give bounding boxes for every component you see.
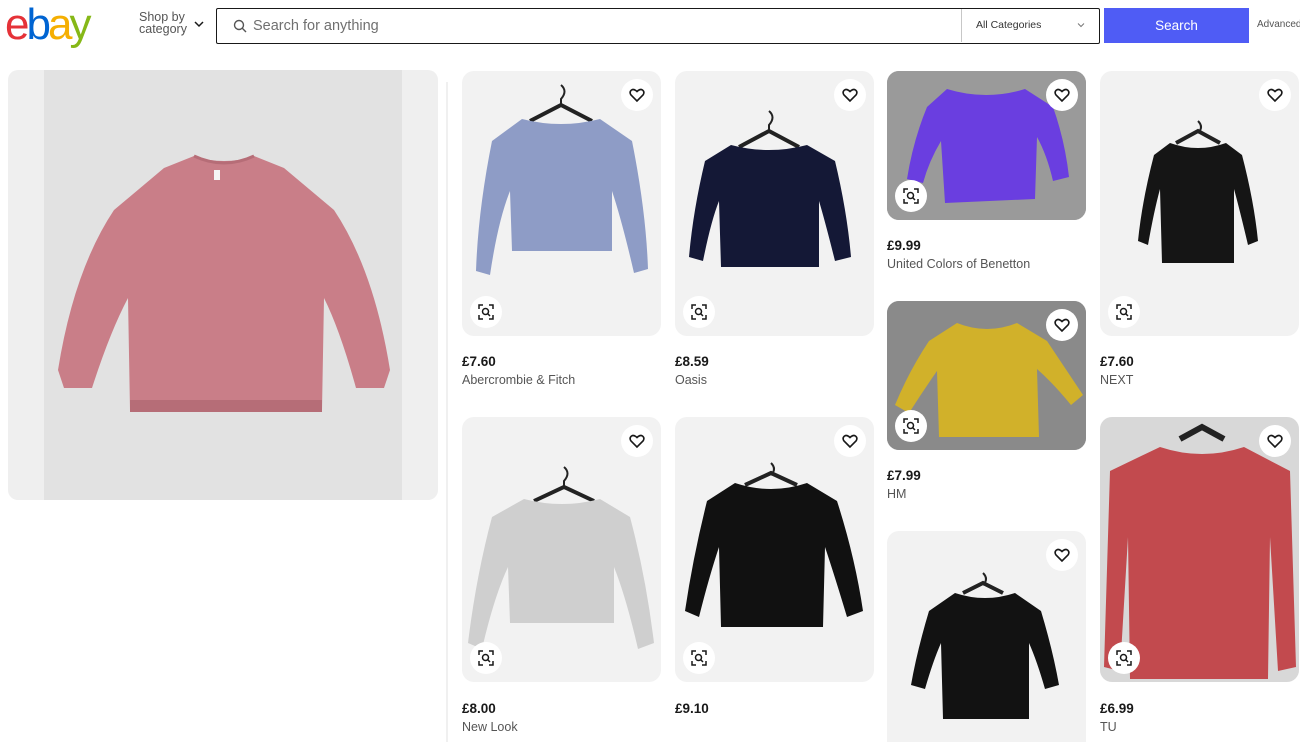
pink-sweater-image bbox=[58, 154, 390, 412]
heart-icon bbox=[1054, 548, 1070, 563]
image-search-icon bbox=[691, 304, 707, 320]
ebay-logo[interactable]: ebay bbox=[5, 2, 109, 48]
product-card-image[interactable] bbox=[1100, 71, 1299, 336]
search-bar: All Categories bbox=[216, 8, 1100, 44]
product-card-image[interactable] bbox=[675, 417, 874, 682]
heart-icon bbox=[629, 434, 645, 449]
heart-icon bbox=[842, 434, 858, 449]
search-button[interactable]: Search bbox=[1104, 8, 1249, 43]
visual-search-button[interactable] bbox=[1108, 642, 1140, 674]
watch-heart-button[interactable] bbox=[834, 79, 866, 111]
product-price: £7.60 bbox=[462, 354, 496, 369]
logo-letter-y: y bbox=[69, 0, 91, 49]
watch-heart-button[interactable] bbox=[621, 425, 653, 457]
visual-search-button[interactable] bbox=[895, 180, 927, 212]
image-search-icon bbox=[478, 304, 494, 320]
logo-letter-e: e bbox=[5, 0, 30, 49]
visual-search-button[interactable] bbox=[683, 642, 715, 674]
heart-icon bbox=[1267, 434, 1283, 449]
hero-photo-backdrop bbox=[44, 70, 402, 500]
heart-icon bbox=[629, 88, 645, 103]
product-brand[interactable]: New Look bbox=[462, 720, 518, 734]
advanced-search-link[interactable]: Advanced bbox=[1257, 19, 1300, 30]
product-brand[interactable]: Abercrombie & Fitch bbox=[462, 373, 575, 387]
product-price: £7.99 bbox=[887, 468, 921, 483]
product-card-image[interactable] bbox=[462, 71, 661, 336]
product-price: £6.99 bbox=[1100, 701, 1134, 716]
watch-heart-button[interactable] bbox=[1046, 79, 1078, 111]
image-search-icon bbox=[903, 188, 919, 204]
product-price: £7.60 bbox=[1100, 354, 1134, 369]
heart-icon bbox=[842, 88, 858, 103]
product-price: £8.59 bbox=[675, 354, 709, 369]
product-card-image[interactable] bbox=[1100, 417, 1299, 682]
watch-heart-button[interactable] bbox=[834, 425, 866, 457]
image-search-icon bbox=[691, 650, 707, 666]
product-card-image[interactable] bbox=[887, 71, 1086, 220]
logo-letter-b: b bbox=[26, 0, 51, 49]
image-search-icon bbox=[478, 650, 494, 666]
product-card-image[interactable] bbox=[887, 301, 1086, 450]
product-price: £9.99 bbox=[887, 238, 921, 253]
chevron-down-icon bbox=[194, 21, 204, 28]
product-brand[interactable]: HM bbox=[887, 487, 906, 501]
visual-search-button[interactable] bbox=[895, 410, 927, 442]
visual-search-button[interactable] bbox=[1108, 296, 1140, 328]
product-brand[interactable]: United Colors of Benetton bbox=[887, 257, 1030, 271]
watch-heart-button[interactable] bbox=[1259, 425, 1291, 457]
image-search-icon bbox=[1116, 304, 1132, 320]
category-select[interactable]: All Categories bbox=[961, 9, 1099, 42]
heart-icon bbox=[1054, 318, 1070, 333]
column-divider bbox=[446, 82, 448, 742]
search-icon bbox=[233, 19, 247, 33]
visual-search-button[interactable] bbox=[683, 296, 715, 328]
watch-heart-button[interactable] bbox=[1046, 539, 1078, 571]
product-card-image[interactable] bbox=[887, 531, 1086, 742]
product-card-image[interactable] bbox=[462, 417, 661, 682]
visual-search-button[interactable] bbox=[470, 296, 502, 328]
search-input[interactable] bbox=[253, 9, 953, 42]
featured-item-image[interactable] bbox=[8, 70, 438, 500]
watch-heart-button[interactable] bbox=[1259, 79, 1291, 111]
image-search-icon bbox=[1116, 650, 1132, 666]
image-search-icon bbox=[903, 418, 919, 434]
heart-icon bbox=[1267, 88, 1283, 103]
product-brand[interactable]: NEXT bbox=[1100, 373, 1133, 387]
category-select-value: All Categories bbox=[976, 19, 1042, 31]
watch-heart-button[interactable] bbox=[621, 79, 653, 111]
heart-icon bbox=[1054, 88, 1070, 103]
product-price: £8.00 bbox=[462, 701, 496, 716]
chevron-down-icon bbox=[1077, 23, 1085, 28]
product-price: £9.10 bbox=[675, 701, 709, 716]
watch-heart-button[interactable] bbox=[1046, 309, 1078, 341]
shop-by-category-button[interactable]: Shop by category bbox=[139, 11, 209, 39]
product-brand[interactable]: TU bbox=[1100, 720, 1117, 734]
product-card-image[interactable] bbox=[675, 71, 874, 336]
logo-letter-a: a bbox=[47, 0, 73, 49]
shop-by-category-label: Shop by category bbox=[139, 10, 187, 36]
visual-search-button[interactable] bbox=[470, 642, 502, 674]
product-brand[interactable]: Oasis bbox=[675, 373, 707, 387]
site-header: ebay Shop by category All Categories Sea… bbox=[0, 0, 1300, 52]
